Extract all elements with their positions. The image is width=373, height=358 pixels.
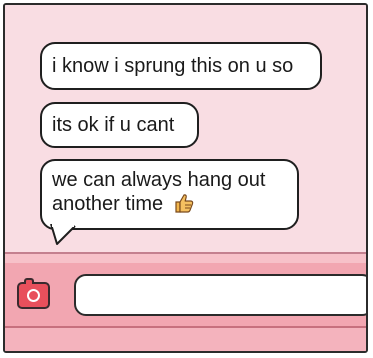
message-text-1: i know i sprung this on u so	[52, 55, 294, 77]
message-bubble-2: its ok if u cant	[40, 102, 199, 148]
bubble-tail	[50, 224, 76, 245]
composer-base	[5, 328, 366, 351]
thumbs-up-icon	[175, 194, 194, 213]
composer-highlight	[5, 254, 366, 263]
message-bubble-3: we can always hang out another time	[40, 159, 299, 230]
message-text-3: we can always hang out another time	[52, 169, 266, 215]
chat-area: i know i sprung this on u so its ok if u…	[5, 5, 366, 254]
message-composer	[5, 254, 366, 351]
comic-panel: i know i sprung this on u so its ok if u…	[3, 3, 368, 353]
message-text-2: its ok if u cant	[52, 114, 175, 136]
camera-icon	[27, 289, 40, 302]
message-input[interactable]	[74, 274, 366, 316]
camera-icon-top	[24, 278, 34, 284]
message-bubble-1: i know i sprung this on u so	[40, 42, 322, 90]
camera-button[interactable]	[17, 278, 50, 309]
